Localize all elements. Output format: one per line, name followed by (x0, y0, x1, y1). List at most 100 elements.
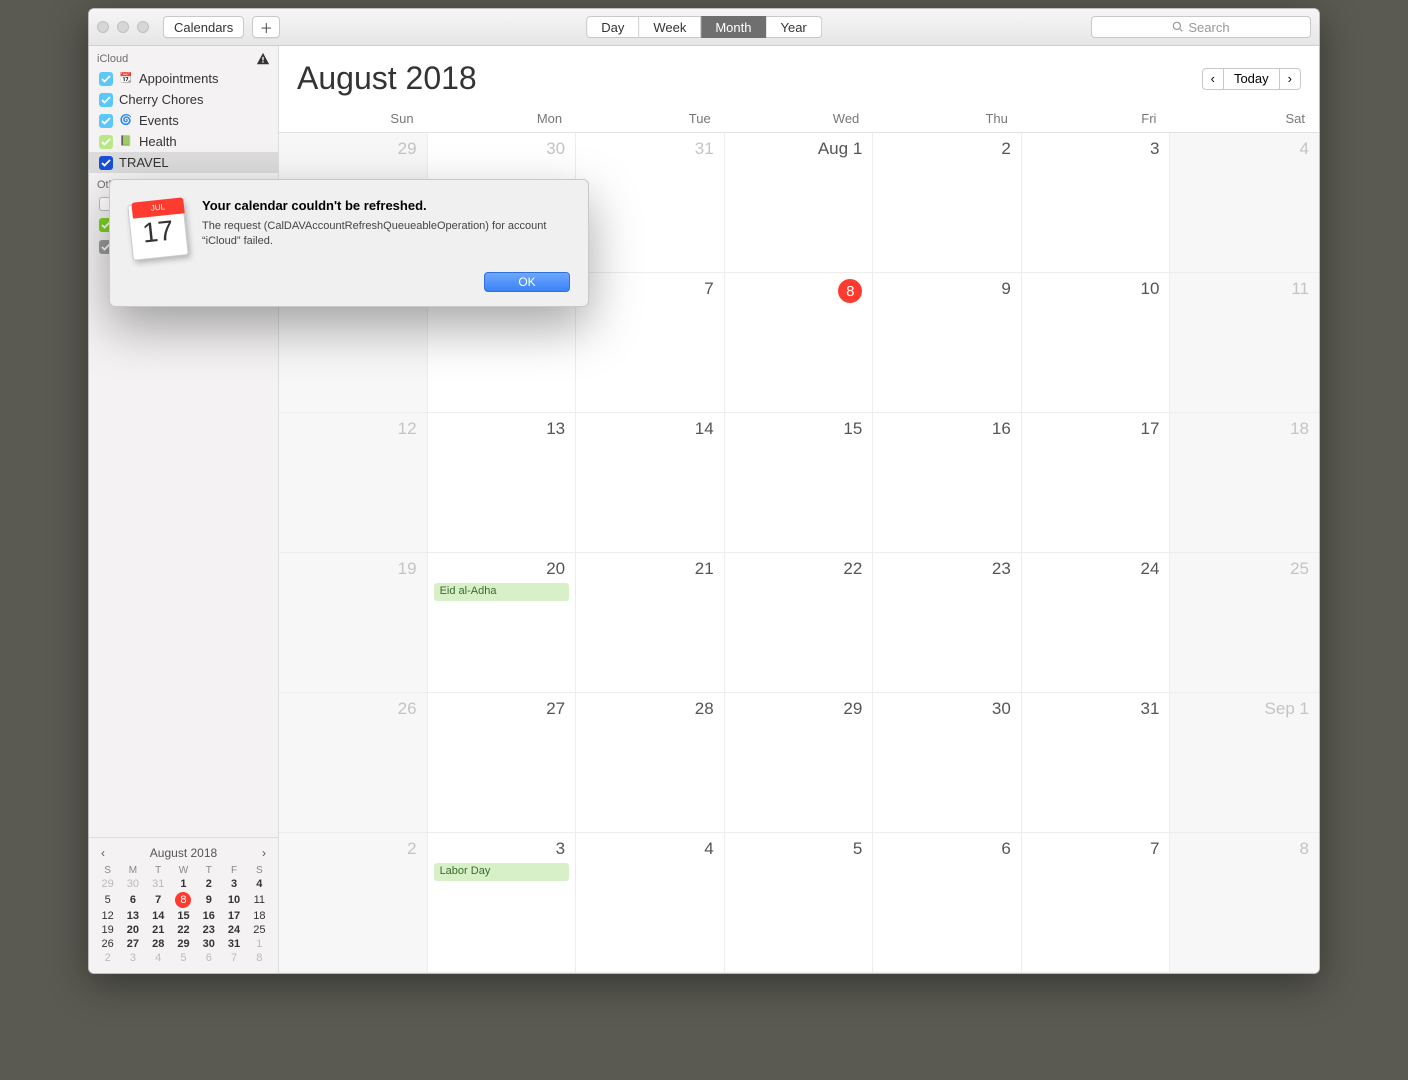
day-cell[interactable]: 15 (725, 413, 874, 553)
day-cell[interactable]: 27 (428, 693, 577, 833)
calendar-item[interactable]: 🌀Events (89, 110, 278, 131)
mini-day[interactable]: 21 (146, 923, 171, 937)
day-cell[interactable]: 4 (1170, 133, 1319, 273)
day-cell[interactable]: 11 (1170, 273, 1319, 413)
day-cell[interactable]: 7 (576, 273, 725, 413)
calendar-item[interactable]: Cherry Chores (89, 89, 278, 110)
mini-day[interactable]: 7 (146, 891, 171, 909)
mini-day[interactable]: 31 (221, 937, 246, 951)
calendar-checkbox[interactable] (99, 93, 113, 107)
calendar-checkbox[interactable] (99, 114, 113, 128)
day-cell[interactable]: 20Eid al-Adha (428, 553, 577, 693)
mini-day[interactable]: 7 (221, 951, 246, 965)
day-cell[interactable]: 5 (725, 833, 874, 973)
mini-day[interactable]: 28 (146, 937, 171, 951)
zoom-window-icon[interactable] (137, 21, 149, 33)
day-cell[interactable]: 31 (576, 133, 725, 273)
day-cell[interactable]: 23 (873, 553, 1022, 693)
mini-day[interactable]: 3 (120, 951, 145, 965)
day-cell[interactable]: 25 (1170, 553, 1319, 693)
day-cell[interactable]: 12 (279, 413, 428, 553)
day-cell[interactable]: 4 (576, 833, 725, 973)
mini-day[interactable]: 3 (221, 877, 246, 891)
mini-day[interactable]: 17 (221, 909, 246, 923)
day-cell[interactable]: 16 (873, 413, 1022, 553)
mini-day[interactable]: 29 (171, 937, 196, 951)
mini-next[interactable]: › (262, 846, 266, 860)
mini-day[interactable]: 1 (247, 937, 272, 951)
mini-day[interactable]: 30 (120, 877, 145, 891)
mini-day[interactable]: 19 (95, 923, 120, 937)
day-cell[interactable]: 7 (1022, 833, 1171, 973)
view-day[interactable]: Day (586, 16, 639, 38)
mini-day[interactable]: 4 (146, 951, 171, 965)
calendar-item[interactable]: 📗Health (89, 131, 278, 152)
mini-day[interactable]: 6 (120, 891, 145, 909)
day-cell[interactable]: 28 (576, 693, 725, 833)
day-cell[interactable]: 17 (1022, 413, 1171, 553)
mini-day[interactable]: 16 (196, 909, 221, 923)
mini-day[interactable]: 1 (171, 877, 196, 891)
mini-day[interactable]: 14 (146, 909, 171, 923)
day-cell[interactable]: 22 (725, 553, 874, 693)
add-button[interactable]: ＋ (252, 16, 280, 38)
day-cell[interactable]: 3 (1022, 133, 1171, 273)
mini-day[interactable]: 11 (247, 891, 272, 909)
mini-day[interactable]: 8 (247, 951, 272, 965)
search-input[interactable]: Search (1091, 16, 1311, 38)
mini-day[interactable]: 9 (196, 891, 221, 909)
day-cell[interactable]: 26 (279, 693, 428, 833)
mini-day[interactable]: 4 (247, 877, 272, 891)
day-cell[interactable]: 30 (873, 693, 1022, 833)
mini-day[interactable]: 22 (171, 923, 196, 937)
mini-day[interactable]: 25 (247, 923, 272, 937)
day-cell[interactable]: 2 (873, 133, 1022, 273)
mini-day[interactable]: 13 (120, 909, 145, 923)
mini-day[interactable]: 6 (196, 951, 221, 965)
calendar-checkbox[interactable] (99, 72, 113, 86)
mini-day[interactable]: 12 (95, 909, 120, 923)
calendar-event[interactable]: Labor Day (434, 863, 570, 881)
ok-button[interactable]: OK (484, 272, 570, 292)
mini-day[interactable]: 15 (171, 909, 196, 923)
day-cell[interactable]: 29 (725, 693, 874, 833)
day-cell[interactable]: 6 (873, 833, 1022, 973)
minimize-window-icon[interactable] (117, 21, 129, 33)
view-month[interactable]: Month (701, 16, 766, 38)
day-cell[interactable]: 2 (279, 833, 428, 973)
calendar-event[interactable]: Eid al-Adha (434, 583, 570, 601)
day-cell[interactable]: 19 (279, 553, 428, 693)
day-cell[interactable]: 8 (725, 273, 874, 413)
prev-month-button[interactable]: ‹ (1202, 68, 1224, 90)
next-month-button[interactable]: › (1280, 68, 1301, 90)
day-cell[interactable]: 14 (576, 413, 725, 553)
view-week[interactable]: Week (639, 16, 701, 38)
close-window-icon[interactable] (97, 21, 109, 33)
mini-day[interactable]: 10 (221, 891, 246, 909)
day-cell[interactable]: 31 (1022, 693, 1171, 833)
mini-day[interactable]: 8 (171, 891, 196, 909)
day-cell[interactable]: 10 (1022, 273, 1171, 413)
day-cell[interactable]: 9 (873, 273, 1022, 413)
day-cell[interactable]: 3Labor Day (428, 833, 577, 973)
calendar-item[interactable]: TRAVEL (89, 152, 278, 173)
calendars-button[interactable]: Calendars (163, 16, 244, 38)
mini-day[interactable]: 2 (196, 877, 221, 891)
calendar-item[interactable]: 📆Appointments (89, 68, 278, 89)
mini-day[interactable]: 26 (95, 937, 120, 951)
mini-day[interactable]: 20 (120, 923, 145, 937)
mini-day[interactable]: 29 (95, 877, 120, 891)
mini-day[interactable]: 30 (196, 937, 221, 951)
day-cell[interactable]: 21 (576, 553, 725, 693)
day-cell[interactable]: 18 (1170, 413, 1319, 553)
mini-day[interactable]: 23 (196, 923, 221, 937)
day-cell[interactable]: Sep 1 (1170, 693, 1319, 833)
mini-day[interactable]: 2 (95, 951, 120, 965)
day-cell[interactable]: Aug 1 (725, 133, 874, 273)
view-year[interactable]: Year (766, 16, 821, 38)
day-cell[interactable]: 24 (1022, 553, 1171, 693)
mini-day[interactable]: 31 (146, 877, 171, 891)
day-cell[interactable]: 8 (1170, 833, 1319, 973)
calendar-checkbox[interactable] (99, 156, 113, 170)
today-button[interactable]: Today (1224, 68, 1280, 90)
